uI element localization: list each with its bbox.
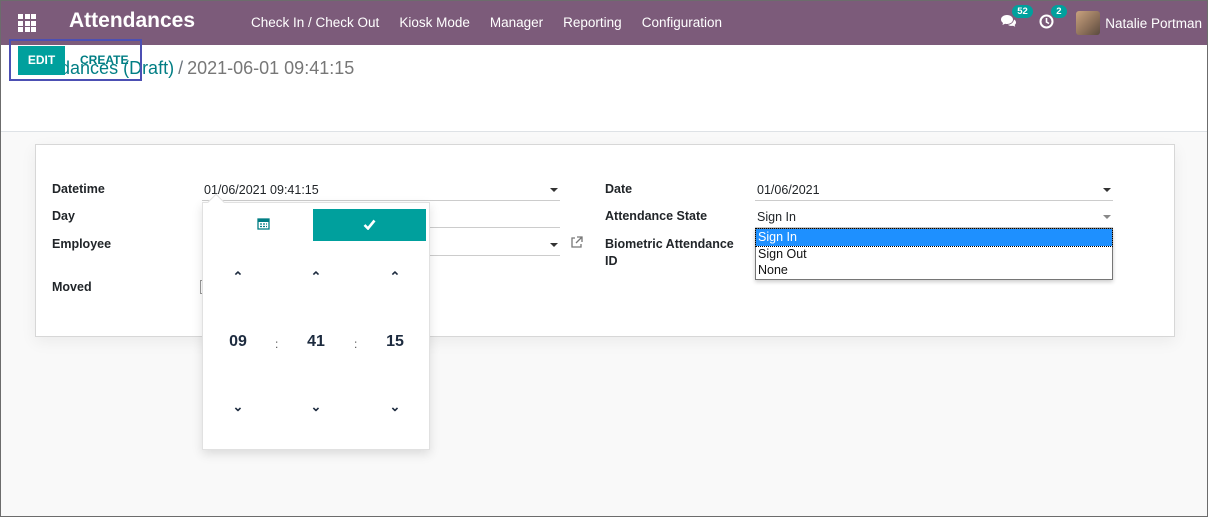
datetime-label: Datetime	[52, 182, 105, 196]
chevron-down-icon	[550, 243, 558, 247]
calendar-icon	[256, 218, 270, 230]
seconds-value[interactable]: 15	[375, 333, 415, 351]
minutes-decrement-icon[interactable]: ⌄	[296, 399, 336, 415]
breadcrumb-current: 2021-06-01 09:41:15	[187, 58, 355, 78]
biometric-id-label-line-1: Biometric Attendance	[605, 237, 734, 251]
app-title[interactable]: Attendances	[69, 9, 195, 33]
checkmark-icon	[363, 219, 376, 231]
time-separator: :	[275, 337, 279, 351]
attendance-state-select[interactable]: Sign In	[755, 208, 1113, 228]
seconds-display: 15	[375, 333, 415, 351]
attendance-state-options: Sign In Sign Out None	[755, 228, 1113, 280]
date-field[interactable]: 01/06/2021	[755, 181, 1113, 201]
minutes-column: ⌃	[296, 269, 336, 285]
chevron-down-icon	[1103, 215, 1111, 219]
menu-reporting[interactable]: Reporting	[553, 15, 632, 30]
activities-count-badge: 2	[1051, 5, 1067, 18]
hours-value[interactable]: 09	[218, 333, 258, 351]
biometric-id-label-line-2: ID	[605, 254, 618, 268]
datetime-picker: ⌃ 09 ⌄ : ⌃ 41 ⌄ : ⌃ 15 ⌄	[202, 193, 430, 450]
systray: 52 2 Natalie Portman	[1000, 1, 1207, 45]
edit-button[interactable]: EDIT	[18, 46, 65, 75]
minutes-display: 41	[296, 333, 336, 351]
time-separator: :	[354, 337, 358, 351]
chevron-down-icon	[1103, 188, 1111, 192]
activities-tray[interactable]: 2	[1039, 5, 1067, 32]
messages-count-badge: 52	[1012, 5, 1033, 18]
option-none[interactable]: None	[756, 262, 1112, 279]
moved-label: Moved	[52, 280, 92, 294]
attendance-state-label: Attendance State	[605, 209, 708, 223]
biometric-id-label: Biometric Attendance ID	[605, 237, 734, 272]
main-navbar: Attendances Check In / Check Out Kiosk M…	[1, 1, 1207, 45]
breadcrumb-separator: /	[178, 58, 184, 78]
external-link-icon[interactable]	[570, 236, 583, 252]
calendar-toggle-button[interactable]	[213, 209, 313, 241]
seconds-increment-icon[interactable]: ⌃	[375, 269, 415, 285]
option-sign-in[interactable]: Sign In	[755, 228, 1113, 247]
seconds-down: ⌄	[375, 399, 415, 415]
day-field[interactable]	[430, 208, 560, 228]
menu-configuration[interactable]: Configuration	[632, 15, 732, 30]
control-panel: Attendances (Draft)/2021-06-01 09:41:15	[1, 45, 1207, 132]
apps-menu-icon[interactable]	[18, 14, 36, 32]
date-value: 01/06/2021	[757, 183, 820, 197]
create-button[interactable]: CREATE	[74, 46, 134, 75]
option-sign-out[interactable]: Sign Out	[756, 246, 1112, 263]
minutes-increment-icon[interactable]: ⌃	[296, 269, 336, 285]
seconds-column: ⌃	[375, 269, 415, 285]
messages-tray[interactable]: 52	[1000, 5, 1033, 32]
datetime-field[interactable]: 01/06/2021 09:41:15	[202, 181, 560, 201]
menu-check-in-check-out[interactable]: Check In / Check Out	[241, 15, 389, 30]
hours-decrement-icon[interactable]: ⌄	[218, 399, 258, 415]
chevron-down-icon	[550, 188, 558, 192]
user-menu-name[interactable]: Natalie Portman	[1105, 16, 1202, 31]
hours-display: 09	[218, 333, 258, 351]
minutes-value[interactable]: 41	[296, 333, 336, 351]
date-label: Date	[605, 182, 633, 196]
top-menu: Check In / Check Out Kiosk Mode Manager …	[241, 15, 732, 30]
employee-field[interactable]	[430, 236, 560, 256]
seconds-decrement-icon[interactable]: ⌄	[375, 399, 415, 415]
avatar[interactable]	[1076, 11, 1101, 35]
hours-down: ⌄	[218, 399, 258, 415]
confirm-time-button[interactable]	[313, 209, 426, 241]
employee-label: Employee	[52, 237, 112, 251]
day-label: Day	[52, 209, 75, 223]
menu-kiosk-mode[interactable]: Kiosk Mode	[389, 15, 480, 30]
attendance-state-value: Sign In	[757, 210, 796, 224]
datetime-value: 01/06/2021 09:41:15	[204, 183, 319, 197]
clock-icon	[1039, 14, 1054, 29]
hours-increment-icon[interactable]: ⌃	[218, 269, 258, 285]
menu-manager[interactable]: Manager	[480, 15, 553, 30]
minutes-down: ⌄	[296, 399, 336, 415]
hours-column: ⌃	[218, 269, 258, 285]
